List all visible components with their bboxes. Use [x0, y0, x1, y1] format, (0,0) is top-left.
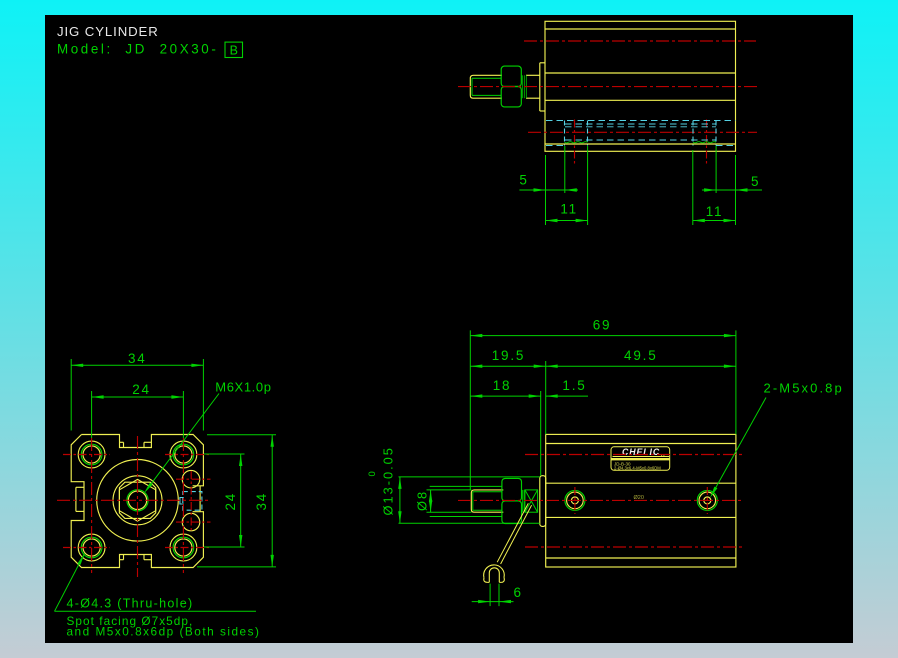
svg-text:18: 18	[493, 378, 512, 393]
svg-text:24: 24	[132, 382, 151, 397]
svg-text:Ø8: Ø8	[414, 490, 429, 511]
svg-text:4-Ø4.3 (Thru-hole): 4-Ø4.3 (Thru-hole)	[67, 597, 194, 611]
svg-text:34: 34	[128, 351, 147, 366]
svg-text:69: 69	[593, 318, 612, 333]
svg-text:M6X1.0p: M6X1.0p	[215, 380, 271, 395]
svg-text:2-M5x0.8p: 2-M5x0.8p	[764, 380, 844, 395]
svg-text:2-Ø4.3x6.4-M5x0.8x6DM: 2-Ø4.3x6.4-M5x0.8x6DM	[614, 465, 661, 470]
svg-text:and M5x0.8x6dp (Both sides): and M5x0.8x6dp (Both sides)	[67, 624, 261, 638]
svg-text:CHELIC: CHELIC	[622, 447, 660, 457]
svg-text:6: 6	[514, 585, 523, 600]
svg-text:5: 5	[519, 173, 528, 188]
svg-text:JIG CYLINDER: JIG CYLINDER	[57, 24, 159, 39]
svg-text:24: 24	[223, 492, 238, 511]
svg-text:5: 5	[751, 174, 760, 189]
svg-text:19.5: 19.5	[492, 348, 525, 363]
svg-text:0: 0	[367, 471, 378, 476]
svg-text:xx: xx	[661, 453, 666, 458]
svg-text:Ø13-0.05: Ø13-0.05	[380, 446, 395, 515]
svg-text:Model: JD 20X30-: Model: JD 20X30-	[57, 42, 218, 57]
svg-text:49.5: 49.5	[624, 348, 657, 363]
svg-text:11: 11	[706, 204, 724, 219]
svg-text:B: B	[230, 43, 238, 57]
svg-text:34: 34	[254, 492, 269, 511]
svg-text:11: 11	[560, 202, 578, 217]
svg-text:1.5: 1.5	[562, 378, 586, 393]
